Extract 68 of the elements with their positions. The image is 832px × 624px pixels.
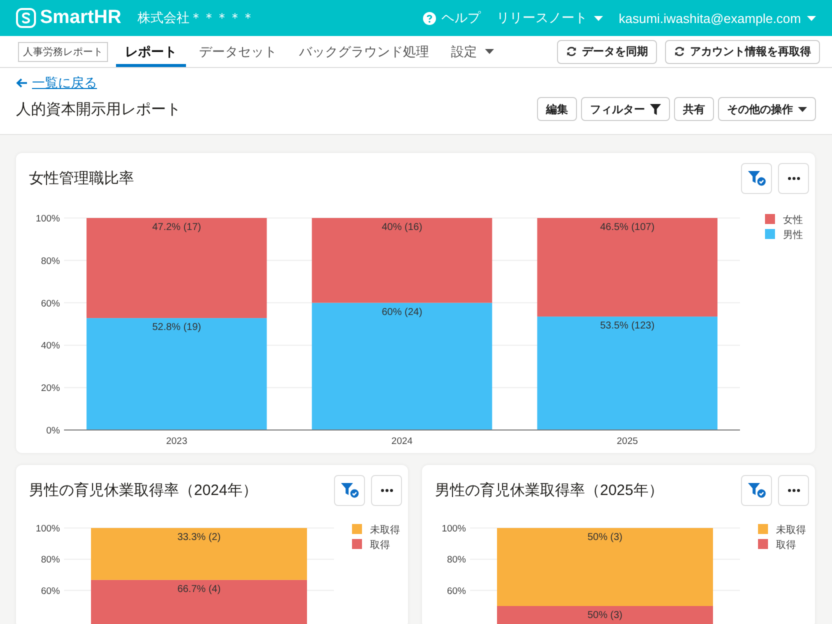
value-label: 40% (16) [382, 222, 422, 233]
left-arrow-icon [16, 78, 28, 88]
caret-icon [807, 16, 816, 20]
more-button[interactable] [371, 474, 402, 506]
value-label: 50% (3) [588, 610, 622, 621]
value-label: 66.7% (4) [177, 584, 221, 595]
axis-tick-label: 20% [40, 383, 60, 394]
filter-check-icon [340, 482, 358, 498]
legend-label: 未取得 [776, 525, 806, 536]
axis-tick-label: 100% [36, 524, 60, 534]
caret-icon [798, 106, 807, 112]
filter-check-icon [748, 482, 766, 498]
action-button[interactable]: 編集 [537, 97, 577, 121]
nav-tab[interactable]: バックグラウンド処理 [290, 36, 438, 67]
logo-icon [16, 8, 36, 28]
chart-title: 女性管理職比率 [29, 168, 135, 188]
axis-tick-label: 80% [446, 554, 466, 566]
value-label: 53.5% (123) [600, 320, 655, 332]
value-label: 47.2% (17) [152, 222, 202, 233]
legend-label: 女性 [783, 215, 803, 226]
nav-tab[interactable]: データセット [190, 36, 286, 67]
sync-button[interactable]: アカウント情報を再取得 [665, 40, 820, 64]
help-icon [422, 12, 436, 24]
more-icon [788, 488, 800, 492]
caret-icon [594, 16, 603, 20]
company-name: 株式会社＊＊＊＊＊ [137, 9, 254, 27]
legend-label: 未取得 [370, 525, 400, 536]
legend-label: 取得 [776, 540, 796, 551]
axis-tick-label: 80% [40, 554, 60, 566]
filter-button[interactable] [741, 162, 772, 194]
value-label: 33.3% (2) [177, 532, 221, 543]
more-icon [788, 176, 800, 180]
product-label: 人事労務レポート [18, 42, 108, 62]
sync-button[interactable]: データを同期 [557, 40, 657, 64]
back-link[interactable]: 一覧に戻る [16, 74, 97, 92]
nav-tab[interactable]: 設定 [442, 36, 503, 67]
axis-tick-label: 60% [40, 298, 60, 310]
legend-label: 男性 [783, 230, 803, 241]
axis-tick-label: 60% [40, 586, 60, 597]
more-button[interactable] [778, 474, 809, 506]
axis-tick-label: 40% [40, 340, 60, 352]
axis-tick-label: 0% [46, 426, 60, 436]
action-button[interactable]: フィルター [581, 97, 670, 121]
filter-check-icon [748, 170, 766, 186]
axis-tick-label: 100% [442, 524, 466, 534]
axis-tick-label: 100% [36, 214, 60, 224]
filter-button[interactable] [334, 474, 365, 506]
chart-title: 男性の育児休業取得率（2025年） [435, 480, 664, 500]
more-button[interactable] [778, 162, 809, 194]
legend-label: 取得 [370, 540, 390, 551]
value-label: 60% (24) [382, 306, 422, 318]
filter-icon [650, 104, 661, 114]
chart-title: 男性の育児休業取得率（2024年） [29, 480, 258, 500]
axis-category-label: 2023 [166, 436, 188, 447]
axis-category-label: 2024 [391, 436, 413, 447]
filter-button[interactable] [741, 474, 772, 506]
value-label: 50% (3) [588, 532, 622, 543]
action-button[interactable]: 共有 [674, 97, 714, 121]
axis-tick-label: 60% [446, 586, 466, 597]
page-title: 人的資本開示用レポート [16, 100, 181, 118]
value-label: 52.8% (19) [152, 322, 202, 334]
value-label: 46.5% (107) [600, 222, 655, 233]
action-button[interactable]: その他の操作 [718, 97, 816, 121]
more-icon [380, 488, 392, 492]
refresh-icon [674, 46, 685, 57]
axis-category-label: 2025 [616, 436, 638, 447]
refresh-icon [566, 46, 577, 57]
axis-tick-label: 80% [40, 256, 60, 267]
